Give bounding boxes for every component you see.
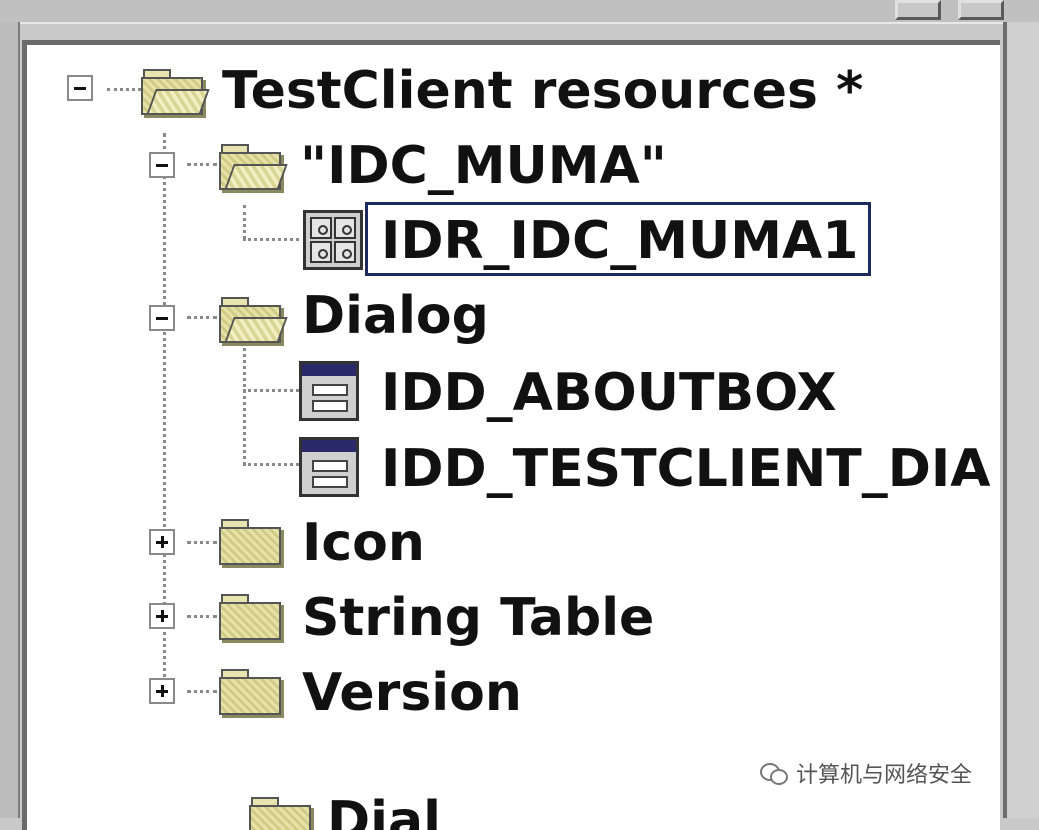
tree-node-label: IDD_ABOUTBOX [381, 363, 837, 423]
collapse-toggle-dialog[interactable] [149, 305, 175, 331]
dialog-icon [299, 361, 359, 421]
tree-branch-line [243, 238, 299, 241]
expand-toggle-string-table[interactable] [149, 603, 175, 629]
tree-node-label: Dial [327, 791, 441, 830]
tree-node-label: "IDC_MUMA" [300, 136, 667, 196]
tree-node-label: Dialog [302, 286, 489, 346]
watermark-text: 计算机与网络安全 [796, 763, 973, 788]
dialog-icon [299, 437, 359, 497]
maximize-button[interactable] [958, 0, 1004, 20]
tree-branch-line [243, 205, 246, 239]
window-left-frame [0, 22, 20, 818]
tree-branch-line [187, 163, 217, 166]
window-right-frame [1003, 22, 1039, 818]
tree-node-label: IDR_IDC_MUMA1 [381, 211, 859, 271]
tree-node-label: Icon [302, 513, 425, 573]
wechat-icon [760, 761, 790, 785]
collapse-toggle-idc-muma[interactable] [149, 152, 175, 178]
tree-branch-line [243, 463, 299, 466]
tree-branch-line [187, 541, 217, 544]
tree-branch-line [107, 88, 141, 91]
tree-node-label: TestClient resources * [222, 61, 864, 121]
tree-branch-line [187, 690, 217, 693]
tree-branch-line [187, 615, 217, 618]
collapse-toggle-root[interactable] [67, 75, 93, 101]
tree-node-label: IDD_TESTCLIENT_DIA [381, 439, 991, 499]
folder-open-icon [217, 140, 288, 192]
tree-node-label: Version [302, 663, 522, 723]
expand-toggle-version[interactable] [149, 678, 175, 704]
tree-branch-line [187, 316, 217, 319]
folder-closed-icon [217, 515, 283, 567]
tree-branch-line [243, 335, 246, 465]
folder-open-icon [139, 65, 210, 117]
tree-branch-line [243, 389, 299, 392]
folder-open-icon [247, 793, 313, 830]
resource-tree-view[interactable]: TestClient resources * "IDC_MUMA" IDR_ID… [22, 40, 1000, 830]
watermark: 计算机与网络安全 [760, 758, 972, 788]
accelerator-icon [303, 210, 363, 270]
folder-closed-icon [217, 590, 283, 642]
folder-open-icon [217, 293, 288, 345]
minimize-button[interactable] [895, 0, 941, 20]
folder-closed-icon [217, 665, 283, 717]
expand-toggle-icon[interactable] [149, 529, 175, 555]
tree-node-label: String Table [302, 588, 655, 648]
window-top-frame [0, 0, 1039, 24]
